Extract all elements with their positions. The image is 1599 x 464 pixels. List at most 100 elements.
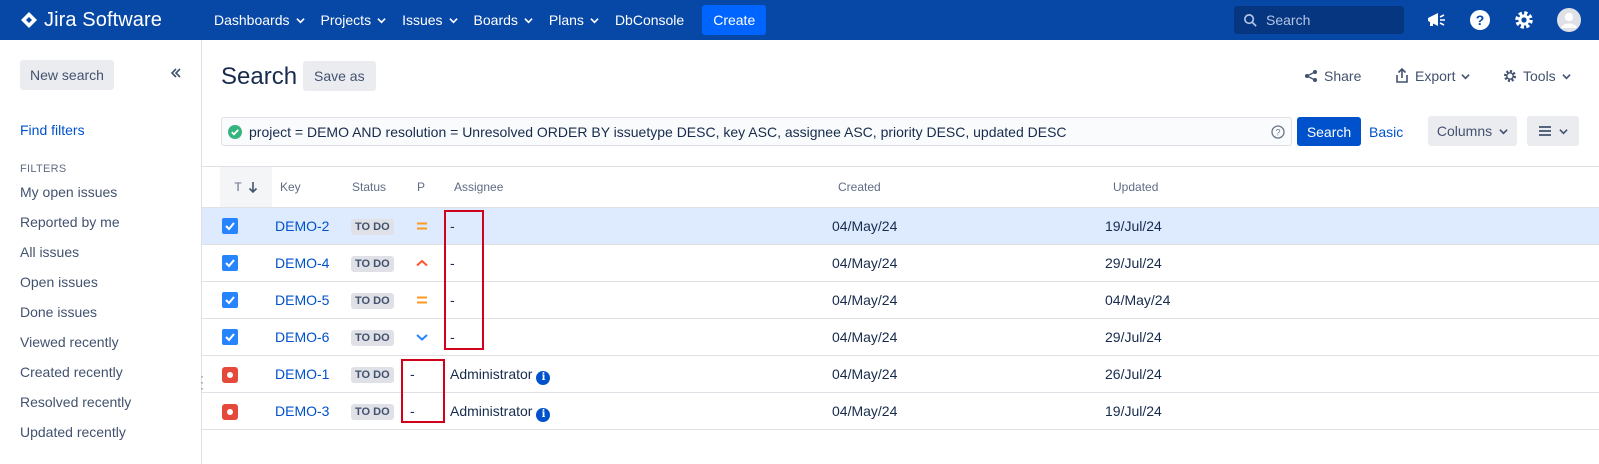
table-row[interactable]: DEMO-5 TO DO - 04/May/24 04/May/24 <box>202 282 1599 319</box>
basic-mode-link[interactable]: Basic <box>1369 124 1403 140</box>
nav-search-input[interactable]: Search <box>1234 6 1404 34</box>
nav-issues[interactable]: Issues <box>402 0 458 40</box>
save-as-button[interactable]: Save as <box>303 61 376 91</box>
export-button[interactable]: Export <box>1395 62 1471 90</box>
bug-type-icon <box>222 367 238 383</box>
sort-descending-icon <box>248 182 257 193</box>
filter-viewed-recently[interactable]: Viewed recently <box>20 334 119 350</box>
nav-dashboards[interactable]: Dashboards <box>214 0 305 40</box>
valid-query-check-icon <box>228 124 242 139</box>
updated-cell: 19/Jul/24 <box>1105 218 1162 234</box>
share-button[interactable]: Share <box>1304 62 1361 90</box>
find-filters-link[interactable]: Find filters <box>20 122 85 138</box>
priority-medium-icon <box>417 296 427 304</box>
megaphone-icon[interactable] <box>1425 9 1447 31</box>
column-header-type-label: T <box>234 180 242 194</box>
top-navigation: Jira Software Dashboards Projects Issues… <box>0 0 1599 40</box>
filter-all-issues[interactable]: All issues <box>20 244 79 260</box>
filter-my-open-issues[interactable]: My open issues <box>20 184 117 200</box>
nav-plans-label: Plans <box>548 12 584 28</box>
nav-boards-label: Boards <box>473 12 518 28</box>
priority-low-icon <box>416 334 428 341</box>
nav-projects[interactable]: Projects <box>321 0 387 40</box>
nav-menu: Dashboards Projects Issues Boards Plans … <box>214 0 767 40</box>
info-icon[interactable]: i <box>536 408 551 422</box>
help-icon[interactable]: ? <box>1469 9 1491 31</box>
updated-cell: 19/Jul/24 <box>1105 403 1162 419</box>
svg-text:?: ? <box>1275 127 1280 137</box>
nav-plans[interactable]: Plans <box>549 0 599 40</box>
search-icon <box>1244 13 1257 27</box>
svg-text:?: ? <box>1476 12 1485 28</box>
issue-key-link[interactable]: DEMO-4 <box>275 255 329 271</box>
filter-resolved-recently[interactable]: Resolved recently <box>20 394 131 410</box>
filter-done-issues[interactable]: Done issues <box>20 304 97 320</box>
query-help-icon[interactable]: ? <box>1271 125 1285 139</box>
filter-updated-recently[interactable]: Updated recently <box>20 424 126 440</box>
filter-reported-by-me[interactable]: Reported by me <box>20 214 120 230</box>
collapse-sidebar-icon[interactable] <box>170 67 182 79</box>
issue-key-link[interactable]: DEMO-1 <box>275 366 329 382</box>
column-header-status[interactable]: Status <box>352 180 386 194</box>
filter-created-recently[interactable]: Created recently <box>20 364 123 380</box>
column-header-type[interactable]: T <box>220 167 272 207</box>
updated-cell: 26/Jul/24 <box>1105 366 1162 382</box>
nav-search-placeholder: Search <box>1266 12 1311 28</box>
nav-projects-label: Projects <box>320 12 372 28</box>
assignee-name[interactable]: Administrator <box>450 403 532 419</box>
chevron-down-icon <box>377 17 386 23</box>
issue-key-link[interactable]: DEMO-3 <box>275 403 329 419</box>
new-search-button[interactable]: New search <box>20 60 114 90</box>
status-badge: TO DO <box>351 404 394 420</box>
table-row[interactable]: DEMO-6 TO DO - 04/May/24 29/Jul/24 <box>202 319 1599 356</box>
view-options-button[interactable] <box>1527 116 1579 146</box>
column-header-created[interactable]: Created <box>838 180 881 194</box>
list-view-icon <box>1539 126 1551 136</box>
sidebar-resize-handle[interactable]: · · · <box>200 370 204 394</box>
columns-label: Columns <box>1436 123 1493 139</box>
created-cell: 04/May/24 <box>832 403 898 419</box>
settings-gear-icon[interactable] <box>1513 9 1535 31</box>
columns-button[interactable]: Columns <box>1428 116 1517 146</box>
created-cell: 04/May/24 <box>832 329 898 345</box>
nav-dbconsole-label: DbConsole <box>614 12 685 28</box>
column-header-key[interactable]: Key <box>280 180 301 194</box>
chevron-down-icon <box>1562 73 1571 79</box>
tools-label: Tools <box>1523 68 1556 84</box>
updated-cell: 29/Jul/24 <box>1105 255 1162 271</box>
chevron-down-icon <box>1559 128 1568 134</box>
task-type-icon <box>222 292 238 308</box>
filters-heading: FILTERS <box>20 163 67 175</box>
chevron-down-icon <box>524 17 533 23</box>
updated-cell: 29/Jul/24 <box>1105 329 1162 345</box>
share-label: Share <box>1324 68 1362 84</box>
highlight-box-assignee <box>444 210 484 350</box>
status-badge: TO DO <box>351 367 394 383</box>
table-row[interactable]: DEMO-4 TO DO - 04/May/24 29/Jul/24 <box>202 245 1599 282</box>
chevron-down-icon <box>1461 73 1471 79</box>
column-header-priority[interactable]: P <box>417 180 425 194</box>
create-button[interactable]: Create <box>702 5 767 35</box>
nav-boards[interactable]: Boards <box>474 0 533 40</box>
column-header-updated[interactable]: Updated <box>1113 180 1158 194</box>
issue-key-link[interactable]: DEMO-2 <box>275 218 329 234</box>
jql-query-input[interactable]: project = DEMO AND resolution = Unresolv… <box>221 117 1292 146</box>
search-button[interactable]: Search <box>1297 117 1361 146</box>
priority-medium-icon <box>417 222 427 230</box>
info-icon[interactable]: i <box>536 371 551 385</box>
jira-logo[interactable]: Jira Software <box>20 9 198 32</box>
assignee-name[interactable]: Administrator <box>450 366 532 382</box>
column-header-assignee[interactable]: Assignee <box>454 180 503 194</box>
jql-query-text: project = DEMO AND resolution = Unresolv… <box>249 123 1067 140</box>
nav-dbconsole[interactable]: DbConsole <box>615 0 684 40</box>
filter-open-issues[interactable]: Open issues <box>20 274 98 290</box>
issue-key-link[interactable]: DEMO-6 <box>275 329 329 345</box>
nav-issues-label: Issues <box>402 12 443 28</box>
user-avatar-icon[interactable] <box>1557 8 1581 32</box>
table-row[interactable]: DEMO-2 TO DO - 04/May/24 19/Jul/24 <box>202 208 1599 245</box>
issue-key-link[interactable]: DEMO-5 <box>275 292 329 308</box>
priority-high-icon <box>416 259 428 267</box>
tools-button[interactable]: Tools <box>1503 62 1571 90</box>
share-icon <box>1305 70 1317 82</box>
created-cell: 04/May/24 <box>832 366 898 382</box>
